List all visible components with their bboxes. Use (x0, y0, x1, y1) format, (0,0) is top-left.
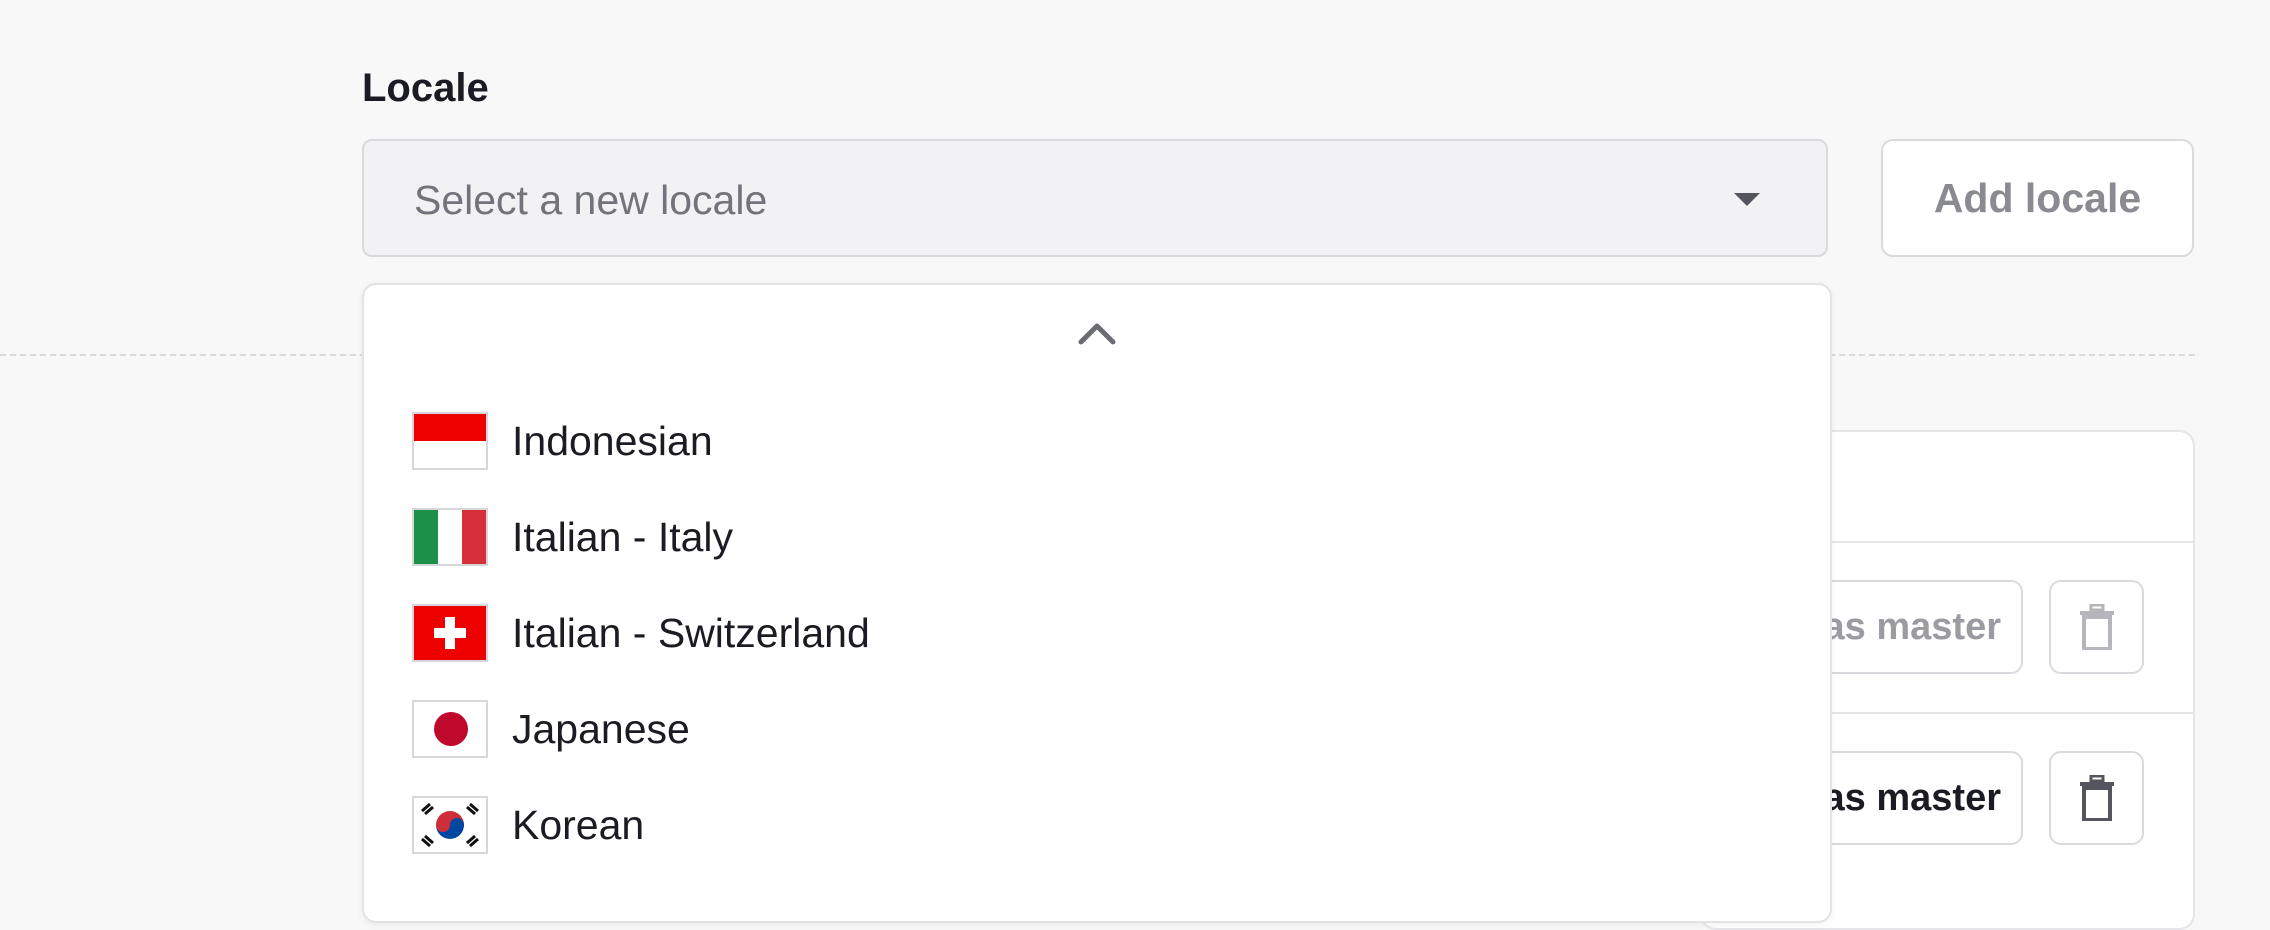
switzerland-flag-icon (412, 604, 488, 662)
locale-option-indonesian[interactable]: Indonesian (412, 411, 713, 471)
trash-icon (2079, 775, 2114, 821)
locale-option-label: Indonesian (512, 417, 713, 464)
locale-option-italian-italy[interactable]: Italian - Italy (412, 507, 733, 567)
japan-flag-icon (412, 700, 488, 758)
trash-icon (2079, 604, 2114, 650)
locale-dropdown: Indonesian Italian - Italy Italian - Swi… (362, 283, 1832, 923)
locale-select[interactable]: Select a new locale (362, 139, 1828, 257)
italy-flag-icon (412, 508, 488, 566)
add-locale-button[interactable]: Add locale (1881, 139, 2194, 257)
locale-option-japanese[interactable]: Japanese (412, 699, 690, 759)
caret-down-icon (1734, 193, 1760, 206)
locale-option-korean[interactable]: Korean (412, 795, 644, 855)
locale-option-label: Korean (512, 801, 645, 848)
delete-locale-button[interactable] (2049, 580, 2144, 674)
locale-label: Locale (362, 66, 489, 110)
locale-select-placeholder: Select a new locale (414, 177, 768, 223)
indonesia-flag-icon (412, 412, 488, 470)
delete-locale-button[interactable] (2049, 751, 2144, 845)
locale-option-italian-switzerland[interactable]: Italian - Switzerland (412, 603, 870, 663)
chevron-up-icon[interactable] (1078, 321, 1116, 345)
locale-option-label: Italian - Switzerland (512, 609, 870, 656)
locale-option-label: Japanese (512, 705, 690, 752)
korea-flag-icon (412, 796, 488, 854)
locale-option-label: Italian - Italy (512, 513, 734, 560)
